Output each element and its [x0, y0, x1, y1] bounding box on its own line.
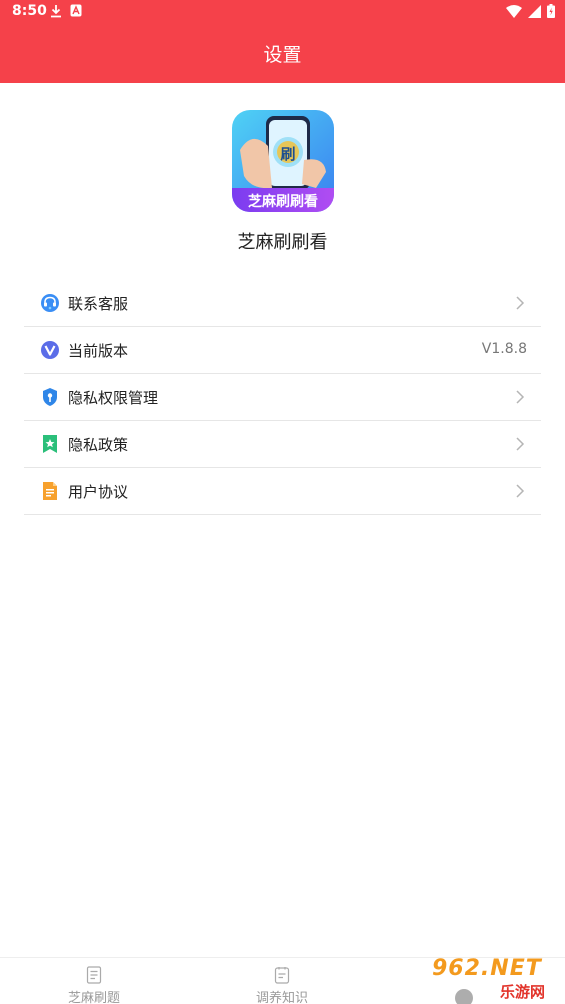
shield-key-icon	[43, 388, 57, 406]
version-v-icon	[41, 341, 59, 359]
menu-item-label: 用户协议	[68, 483, 129, 501]
document-icon	[43, 482, 57, 500]
app-logo-glyph: 刷	[280, 145, 296, 163]
watermark-text-top: 962.NET	[432, 956, 542, 981]
menu-item-current-version: 当前版本 V1.8.8	[24, 327, 541, 374]
status-bar: 8:50	[0, 0, 565, 24]
download-icon	[51, 5, 61, 18]
chevron-right-icon	[516, 484, 525, 498]
bookmark-star-icon	[43, 435, 57, 453]
app-header: 8:50 设置	[0, 0, 565, 83]
menu-item-label: 隐私政策	[68, 436, 129, 454]
status-notification-icons	[50, 4, 82, 18]
menu-item-label: 隐私权限管理	[68, 389, 159, 407]
menu-item-user-agreement[interactable]: 用户协议	[24, 468, 541, 515]
tab-health-knowledge[interactable]: 调养知识	[222, 958, 342, 1004]
headset-icon	[41, 294, 59, 312]
app-name: 芝麻刷刷看	[237, 232, 328, 253]
app-notification-icon	[70, 4, 82, 17]
site-watermark: 962.NET 乐游网	[426, 954, 565, 1004]
settings-menu: 联系客服 当前版本 V1.8.8 隐私权限管理 隐私政策 用户协议	[24, 280, 541, 515]
chevron-right-icon	[516, 437, 525, 451]
chevron-right-icon	[516, 390, 525, 404]
status-system-icons	[506, 4, 555, 18]
menu-item-label: 联系客服	[68, 295, 129, 313]
menu-item-contact-support[interactable]: 联系客服	[24, 280, 541, 327]
tab-label: 调养知识	[255, 991, 308, 1004]
note-icon	[274, 967, 290, 984]
wifi-icon	[506, 4, 522, 18]
menu-item-privacy-permissions[interactable]: 隐私权限管理	[24, 374, 541, 421]
tab-zhima-quiz[interactable]: 芝麻刷题	[34, 958, 154, 1004]
menu-item-privacy-policy[interactable]: 隐私政策	[24, 421, 541, 468]
doc-list-icon	[86, 966, 102, 984]
status-time: 8:50	[12, 3, 47, 19]
app-logo-badge-text: 芝麻刷刷看	[248, 194, 318, 210]
version-value: V1.8.8	[481, 341, 527, 357]
tab-label: 芝麻刷题	[67, 991, 120, 1004]
page-title: 设置	[263, 44, 302, 66]
app-logo: 刷 芝麻刷刷看	[232, 110, 334, 212]
signal-icon	[528, 4, 541, 18]
chevron-right-icon	[516, 296, 525, 310]
watermark-text-bottom: 乐游网	[500, 983, 546, 1001]
menu-item-label: 当前版本	[68, 342, 129, 360]
battery-icon	[547, 4, 555, 18]
